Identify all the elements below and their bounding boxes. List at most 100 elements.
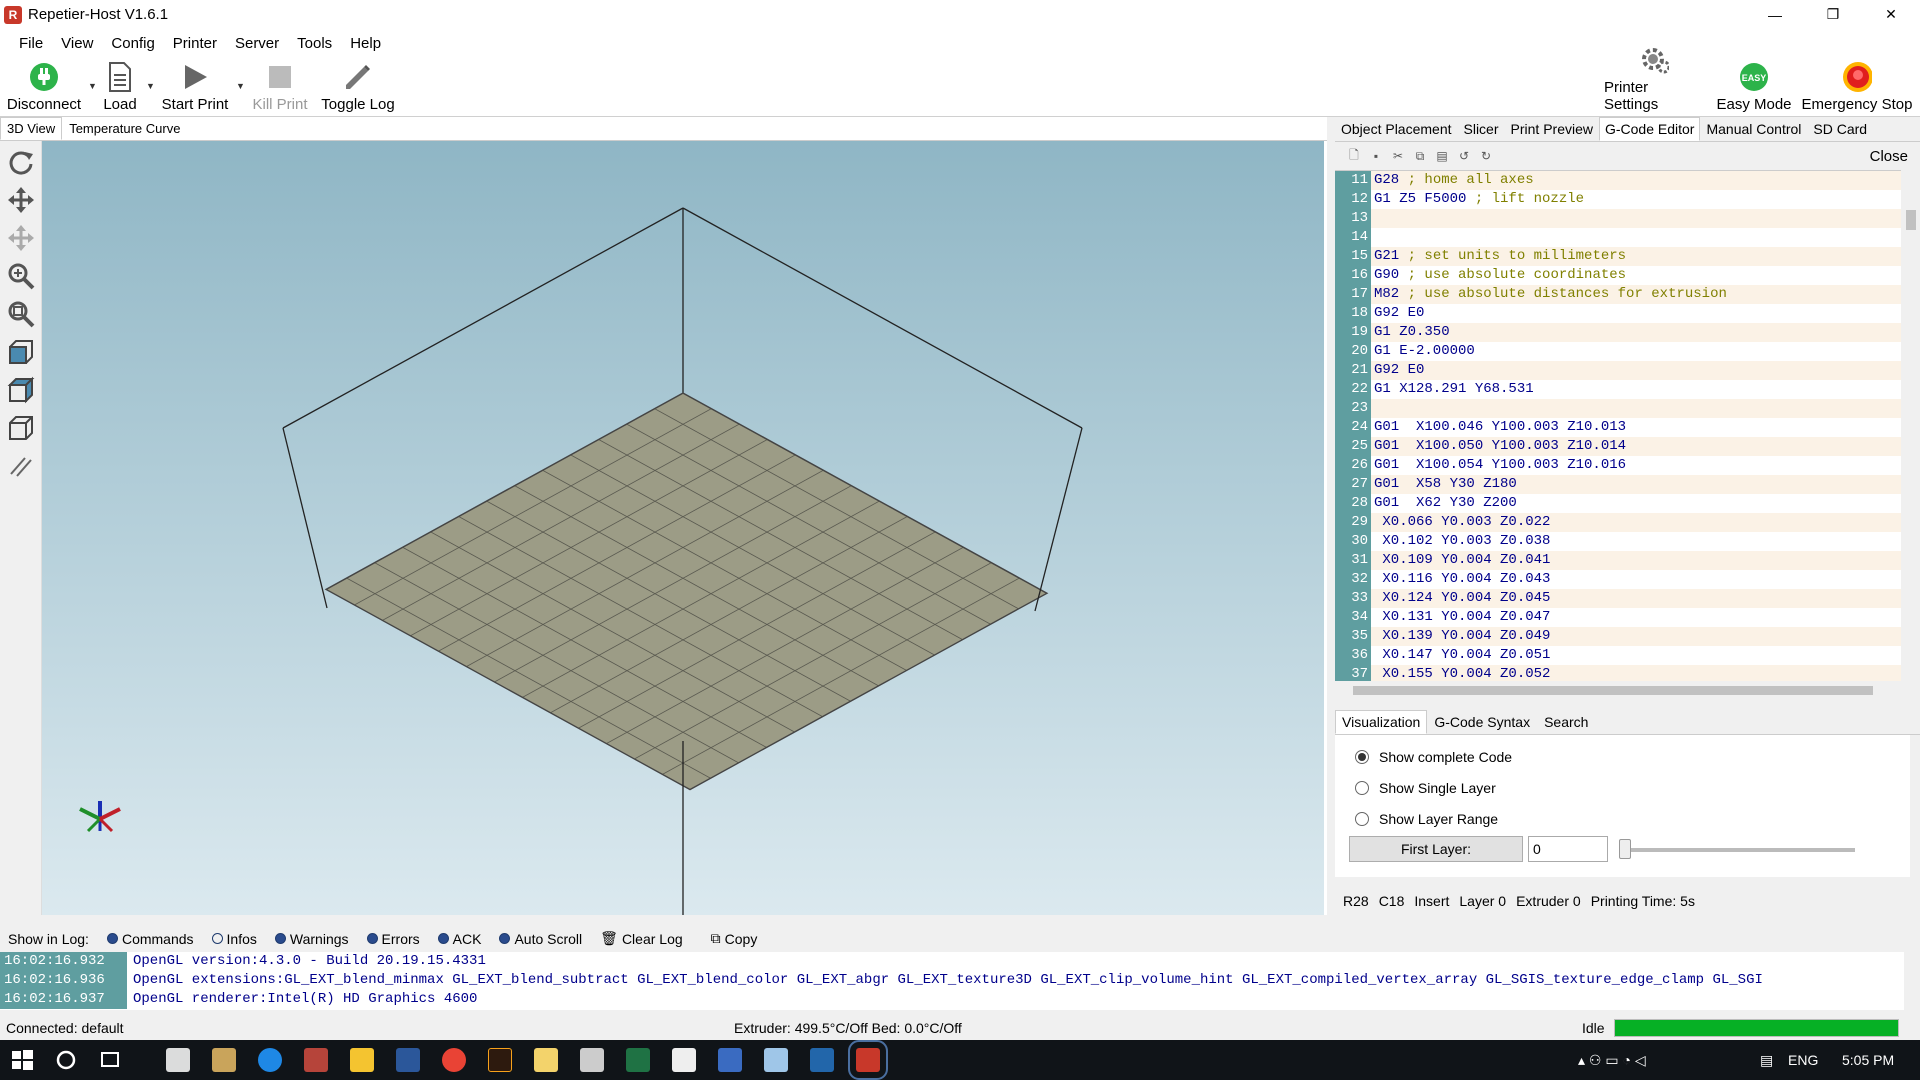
code-line[interactable]: 14 xyxy=(1335,228,1901,247)
code-line[interactable]: 30 X0.102 Y0.003 Z0.038 xyxy=(1335,532,1901,551)
app-icon-16[interactable] xyxy=(810,1048,834,1072)
filter-errors[interactable]: Errors xyxy=(366,931,420,947)
code-line[interactable]: 31 X0.109 Y0.004 Z0.041 xyxy=(1335,551,1901,570)
close-editor-button[interactable]: Close xyxy=(1870,148,1908,165)
code-line[interactable]: 26 G01 X100.054 Y100.003 Z10.016 xyxy=(1335,456,1901,475)
code-line[interactable]: 16 G90 ; use absolute coordinates xyxy=(1335,266,1901,285)
log-scrollbar[interactable] xyxy=(1904,952,1920,1010)
app-icon-10[interactable] xyxy=(534,1048,558,1072)
filter-infos[interactable]: Infos xyxy=(211,931,257,947)
tab-print-preview[interactable]: Print Preview xyxy=(1505,117,1599,141)
move-object-icon[interactable] xyxy=(4,221,38,255)
excel-icon[interactable] xyxy=(626,1048,650,1072)
language-indicator[interactable]: ENG xyxy=(1788,1040,1818,1080)
printer-settings-button[interactable]: Printer Settings xyxy=(1604,48,1704,117)
code-line[interactable]: 24 G01 X100.046 Y100.003 Z10.013 xyxy=(1335,418,1901,437)
move-icon[interactable] xyxy=(4,183,38,217)
code-vertical-scrollbar[interactable] xyxy=(1901,170,1920,681)
start-print-dropdown-icon[interactable]: ▼ xyxy=(236,81,245,91)
filter-warnings[interactable]: Warnings xyxy=(274,931,349,947)
save-icon[interactable]: ▪ xyxy=(1365,146,1387,166)
chrome-icon[interactable] xyxy=(442,1048,466,1072)
parallel-projection-icon[interactable] xyxy=(4,449,38,483)
copy-log-button[interactable]: ⧉ Copy xyxy=(711,930,758,947)
easy-mode-button[interactable]: EASY Easy Mode xyxy=(1712,57,1796,117)
app-icon-11[interactable] xyxy=(580,1048,604,1072)
code-line[interactable]: 22 G1 X128.291 Y68.531 xyxy=(1335,380,1901,399)
redo-icon[interactable]: ↻ xyxy=(1475,146,1497,166)
edge-icon[interactable] xyxy=(258,1048,282,1072)
cut-icon[interactable]: ✂ xyxy=(1387,146,1409,166)
disconnect-dropdown-icon[interactable]: ▼ xyxy=(88,81,97,91)
code-line[interactable]: 36 X0.147 Y0.004 Z0.051 xyxy=(1335,646,1901,665)
notifications-icon[interactable]: ▤ xyxy=(1760,1040,1773,1080)
tab-manual-control[interactable]: Manual Control xyxy=(1700,117,1807,141)
radio-show-layer-range[interactable]: Show Layer Range xyxy=(1355,811,1498,827)
tab-3d-view[interactable]: 3D View xyxy=(0,117,63,140)
disconnect-button[interactable]: Disconnect xyxy=(6,57,82,117)
store-icon[interactable] xyxy=(166,1048,190,1072)
tab-visualization[interactable]: Visualization xyxy=(1335,710,1428,734)
maximize-button[interactable]: ❐ xyxy=(1804,0,1862,29)
tab-gcode-editor[interactable]: G-Code Editor xyxy=(1598,117,1701,141)
search-icon[interactable] xyxy=(54,1048,78,1072)
tab-slicer[interactable]: Slicer xyxy=(1458,117,1505,141)
toggle-log-button[interactable]: Toggle Log xyxy=(318,57,398,117)
log-output[interactable]: 16:02:16.932 OpenGL version:4.3.0 - Build… xyxy=(0,952,1904,1010)
menu-tools[interactable]: Tools xyxy=(288,35,341,52)
settings-app-icon[interactable] xyxy=(718,1048,742,1072)
radio-show-single-layer[interactable]: Show Single Layer xyxy=(1355,780,1496,796)
emergency-stop-button[interactable]: Emergency Stop xyxy=(1800,57,1914,117)
app-icon-4[interactable] xyxy=(304,1048,328,1072)
clear-log-button[interactable]: 🗑 Clear Log xyxy=(600,930,682,947)
3d-viewport[interactable] xyxy=(42,141,1324,915)
tab-gcode-syntax[interactable]: G-Code Syntax xyxy=(1427,710,1537,734)
word-icon[interactable] xyxy=(396,1048,420,1072)
top-view-icon[interactable] xyxy=(4,373,38,407)
filter-auto-scroll[interactable]: Auto Scroll xyxy=(499,931,582,947)
windows-start-icon[interactable] xyxy=(10,1048,34,1072)
gcode-text-area[interactable]: 11 G28 ; home all axes 12 G1 Z5 F5000 ; lif… xyxy=(1335,170,1901,681)
photos-icon[interactable] xyxy=(672,1048,696,1072)
code-line[interactable]: 35 X0.139 Y0.004 Z0.049 xyxy=(1335,627,1901,646)
copy-icon[interactable]: ⧉ xyxy=(1409,146,1431,166)
tab-temperature-curve[interactable]: Temperature Curve xyxy=(62,117,187,140)
code-line[interactable]: 21 G92 E0 xyxy=(1335,361,1901,380)
code-line[interactable]: 15 G21 ; set units to millimeters xyxy=(1335,247,1901,266)
repetier-host-taskbar-icon[interactable] xyxy=(848,1040,888,1080)
tab-object-placement[interactable]: Object Placement xyxy=(1335,117,1458,141)
clock[interactable]: 5:05 PM xyxy=(1842,1040,1894,1080)
code-line[interactable]: 32 X0.116 Y0.004 Z0.043 xyxy=(1335,570,1901,589)
radio-show-complete-code[interactable]: Show complete Code xyxy=(1355,749,1512,765)
layer-slider-thumb[interactable] xyxy=(1619,839,1631,859)
code-line[interactable]: 27 G01 X58 Y30 Z180 xyxy=(1335,475,1901,494)
first-layer-input[interactable]: 0 xyxy=(1528,836,1608,862)
load-dropdown-icon[interactable]: ▼ xyxy=(146,81,155,91)
code-line[interactable]: 34 X0.131 Y0.004 Z0.047 xyxy=(1335,608,1901,627)
code-line[interactable]: 33 X0.124 Y0.004 Z0.045 xyxy=(1335,589,1901,608)
code-horizontal-scrollbar[interactable] xyxy=(1335,681,1920,699)
side-view-icon[interactable] xyxy=(4,411,38,445)
filter-ack[interactable]: ACK xyxy=(437,931,481,947)
app-icon-2[interactable] xyxy=(212,1048,236,1072)
code-line[interactable]: 25 G01 X100.050 Y100.003 Z10.014 xyxy=(1335,437,1901,456)
app-icon-15[interactable] xyxy=(764,1048,788,1072)
scroll-thumb[interactable] xyxy=(1353,686,1873,695)
new-file-icon[interactable]: 🗋 xyxy=(1343,146,1365,166)
task-view-icon[interactable] xyxy=(98,1048,122,1072)
kill-print-button[interactable]: Kill Print xyxy=(250,57,310,117)
tray-icons[interactable]: ▴ ⚇ ▭ ◔ ◁ xyxy=(1578,1040,1646,1080)
zoom-icon[interactable] xyxy=(4,259,38,293)
undo-icon[interactable]: ↺ xyxy=(1453,146,1475,166)
code-line[interactable]: 23 xyxy=(1335,399,1901,418)
menu-server[interactable]: Server xyxy=(226,35,288,52)
code-line[interactable]: 20 G1 E-2.00000 xyxy=(1335,342,1901,361)
load-button[interactable]: Load xyxy=(100,57,140,117)
zoom-fit-icon[interactable] xyxy=(4,297,38,331)
menu-help[interactable]: Help xyxy=(341,35,390,52)
code-line[interactable]: 37 X0.155 Y0.004 Z0.052 xyxy=(1335,665,1901,681)
menu-printer[interactable]: Printer xyxy=(164,35,226,52)
start-print-button[interactable]: Start Print xyxy=(160,57,230,117)
code-line[interactable]: 11 G28 ; home all axes xyxy=(1335,171,1901,190)
menu-view[interactable]: View xyxy=(52,35,102,52)
